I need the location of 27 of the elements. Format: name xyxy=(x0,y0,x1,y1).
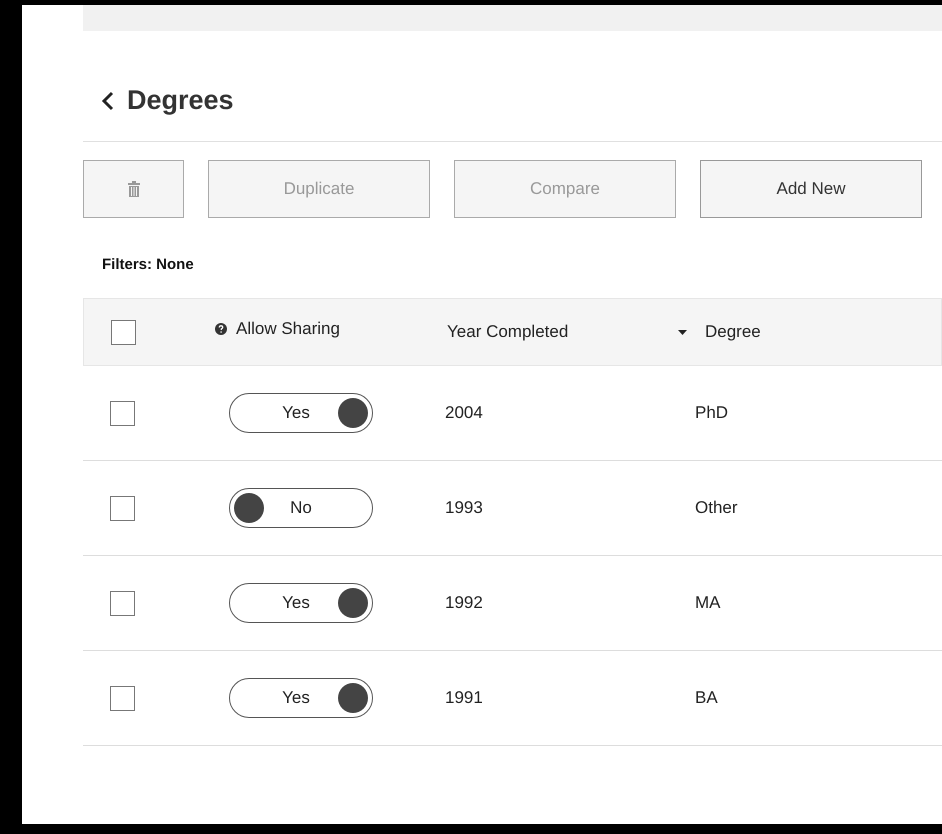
table-cell: 1991 xyxy=(445,688,483,707)
row-checkbox[interactable] xyxy=(110,400,135,426)
page-title: Degrees xyxy=(127,85,234,116)
filters-label: Filters: None xyxy=(102,256,195,274)
sharing-toggle[interactable]: Yes xyxy=(229,583,373,623)
sort-caret-icon[interactable] xyxy=(678,330,687,334)
column-header[interactable]: Year Completed xyxy=(447,322,568,341)
table-cell: PhD xyxy=(695,403,728,423)
sharing-toggle[interactable]: No xyxy=(229,488,373,528)
sharing-toggle[interactable]: Yes xyxy=(229,678,373,718)
help-icon[interactable] xyxy=(215,323,227,335)
select-all-checkbox[interactable] xyxy=(111,320,136,344)
table-cell: Other xyxy=(695,498,738,518)
trash-icon xyxy=(128,181,140,197)
toolbar-button[interactable]: Add New xyxy=(700,160,922,218)
table-cell: MA xyxy=(695,593,720,613)
row-checkbox[interactable] xyxy=(110,590,135,616)
column-header[interactable]: Allow Sharing xyxy=(236,319,340,339)
back-icon[interactable] xyxy=(101,90,115,110)
table-cell: 2004 xyxy=(445,403,483,422)
table-cell: BA xyxy=(695,688,718,708)
table-cell: 1993 xyxy=(445,498,483,517)
row-checkbox[interactable] xyxy=(110,496,135,520)
row-checkbox[interactable] xyxy=(110,686,135,710)
table-cell: 1992 xyxy=(445,593,483,612)
sharing-toggle[interactable]: Yes xyxy=(229,393,373,433)
column-header[interactable]: Degree xyxy=(705,322,761,342)
